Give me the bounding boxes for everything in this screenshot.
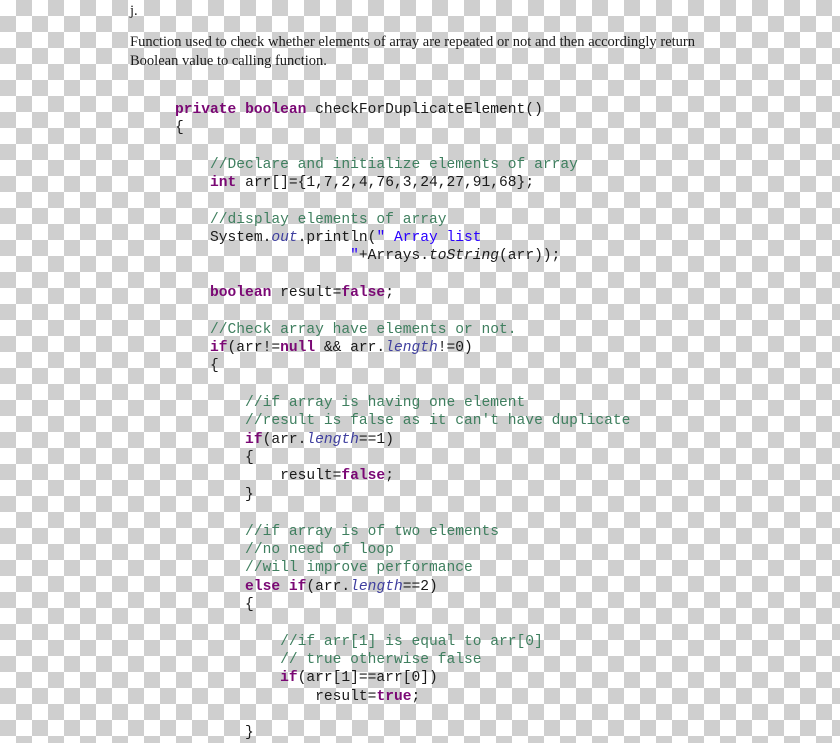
code-token: length	[385, 340, 438, 357]
code-token: boolean	[175, 285, 272, 302]
code-token: {	[175, 596, 254, 613]
code-line: //if arr[1] is equal to arr[0]	[175, 634, 543, 650]
code-line: }	[175, 725, 254, 741]
code-line: //will improve performance	[175, 560, 473, 576]
code-token: length	[306, 431, 359, 448]
code-token: false	[341, 468, 386, 485]
code-token: //if array is of two elements	[175, 523, 500, 540]
document-page: j. Function used to check whether elemen…	[0, 0, 840, 741]
code-token: //Check array have elements or not.	[175, 321, 517, 338]
code-token: out	[271, 230, 298, 246]
code-line: }	[175, 487, 254, 503]
code-line: if(arr!=null && arr.length!=0)	[175, 340, 473, 356]
code-line: // true otherwise false	[175, 651, 482, 668]
code-line: //no need of loop	[175, 542, 394, 558]
code-token: true	[376, 688, 412, 705]
code-token: arr[]={1,7,2,4,76,3,24,27,91,68};	[236, 174, 535, 191]
code-token: else if	[175, 578, 307, 595]
code-token: result=	[175, 468, 342, 485]
code-token: (arr));	[499, 248, 561, 265]
code-token: ;	[385, 285, 394, 302]
code-line: result=false;	[175, 468, 394, 484]
code-token: if	[175, 340, 228, 357]
code-token: ==1)	[358, 431, 394, 448]
code-line: //if array is of two elements	[175, 524, 499, 540]
code-token: //no need of loop	[175, 541, 394, 558]
list-label: j.	[130, 3, 138, 19]
code-token: }	[175, 725, 254, 742]
code-token: {	[175, 119, 184, 136]
code-token: .println(	[297, 230, 377, 246]
code-token: toString	[428, 248, 500, 265]
code-line: //Declare and initialize elements of arr…	[175, 157, 578, 173]
code-line: //if array is having one element	[175, 395, 525, 411]
code-token: if	[175, 670, 298, 687]
code-token: (arr.	[262, 431, 307, 448]
code-line: private boolean checkForDuplicateElement…	[175, 102, 543, 118]
code-token: length	[350, 578, 403, 595]
code-line: {	[175, 597, 254, 613]
code-token: //display elements of array	[175, 211, 447, 228]
code-block: private boolean checkForDuplicateElement…	[175, 101, 630, 743]
code-token: null	[280, 340, 316, 357]
code-token: result=	[175, 688, 377, 705]
code-token: boolean	[245, 101, 316, 118]
code-line: int arr[]={1,7,2,4,76,3,24,27,91,68};	[175, 175, 534, 191]
code-token: (arr[1]==arr[0])	[297, 670, 438, 687]
description-paragraph: Function used to check whether elements …	[130, 34, 695, 69]
code-line: {	[175, 450, 254, 466]
code-token: (arr!=	[227, 340, 281, 357]
code-line: System.out.println(" Array list	[175, 230, 482, 246]
code-line: {	[175, 358, 219, 374]
code-token: //if arr[1] is equal to arr[0]	[175, 633, 543, 650]
code-token: ;	[385, 468, 394, 485]
code-token: {	[175, 450, 254, 467]
code-line: result=true;	[175, 689, 420, 705]
code-token: }	[175, 486, 254, 503]
code-token: +Arrays.	[358, 248, 429, 265]
code-token: " Array list	[376, 230, 482, 246]
code-token: (arr.	[306, 578, 351, 595]
code-line: else if(arr.length==2)	[175, 579, 438, 595]
code-token: if	[175, 431, 263, 448]
code-token: result=	[271, 285, 342, 302]
code-token: false	[341, 285, 386, 302]
code-token: private	[175, 101, 246, 118]
code-line: if(arr.length==1)	[175, 432, 394, 448]
code-line: if(arr[1]==arr[0])	[175, 670, 438, 686]
code-token: //if array is having one element	[175, 395, 526, 412]
code-token: //result is false as it can't have dupli…	[175, 413, 631, 430]
code-token: "	[175, 248, 359, 265]
code-token: {	[175, 358, 219, 375]
code-line: //result is false as it can't have dupli…	[175, 413, 630, 429]
code-token: //Declare and initialize elements of arr…	[175, 156, 578, 173]
code-line: {	[175, 120, 184, 136]
code-token: //will improve performance	[175, 560, 473, 577]
code-token: checkForDuplicateElement()	[315, 101, 543, 118]
code-line: boolean result=false;	[175, 285, 394, 301]
code-token: // true otherwise false	[175, 651, 482, 668]
code-token: System.	[175, 230, 272, 246]
code-line: //Check array have elements or not.	[175, 322, 517, 338]
code-token: int	[175, 174, 237, 191]
code-token: ;	[411, 688, 421, 705]
code-line: "+Arrays.toString(arr));	[175, 248, 560, 264]
code-token: !=0)	[437, 340, 473, 357]
code-token: && arr.	[315, 340, 386, 357]
code-token: ==2)	[402, 578, 438, 595]
code-line: //display elements of array	[175, 211, 447, 228]
